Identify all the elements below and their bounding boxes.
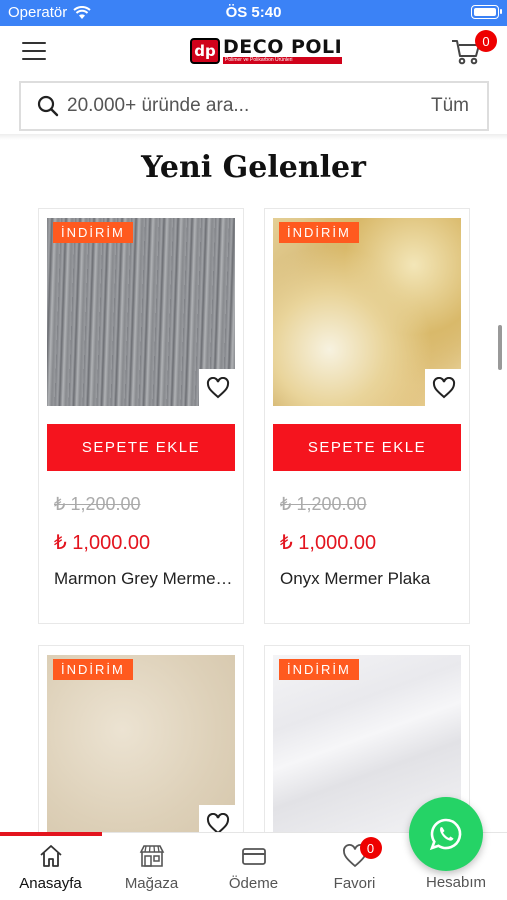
logo-mark: dp xyxy=(190,38,220,64)
home-icon xyxy=(39,845,62,867)
top-bar: dp DECO POLI Polimer ve Polikarbon Ürünl… xyxy=(0,26,507,78)
add-to-cart-button[interactable]: SEPETE EKLE xyxy=(47,424,235,471)
credit-card-icon xyxy=(241,848,266,865)
tab-label: Mağaza xyxy=(124,875,179,892)
scroll-indicator[interactable] xyxy=(498,325,502,370)
price: ₺ 1,000.00 xyxy=(280,532,377,554)
heart-icon xyxy=(206,377,230,399)
product-title[interactable]: Marmon Grey Mermer Plaka xyxy=(54,569,234,589)
tab-label: Favori xyxy=(333,875,376,892)
product-card[interactable]: İNDİRİM SEPETE EKLE ₺ 1,200.00 ₺ 1,000.0… xyxy=(38,208,244,624)
menu-icon[interactable] xyxy=(22,42,46,62)
battery-icon xyxy=(471,5,502,19)
favorite-button[interactable] xyxy=(425,369,463,407)
search-input[interactable]: 20.000+ üründe ara... xyxy=(67,95,431,117)
heart-icon xyxy=(432,377,456,399)
search-category-select[interactable]: Tüm xyxy=(431,95,469,117)
tab-home[interactable]: Anasayfa xyxy=(0,843,101,892)
whatsapp-icon xyxy=(429,818,462,851)
status-bar: Operatör ÖS 5:40 xyxy=(0,0,507,26)
tab-label: Ödeme xyxy=(228,875,279,892)
favorite-button[interactable] xyxy=(199,369,237,407)
sale-badge: İNDİRİM xyxy=(53,222,133,243)
clock: ÖS 5:40 xyxy=(225,4,282,21)
old-price: ₺ 1,200.00 xyxy=(280,494,367,514)
product-card[interactable]: İNDİRİM xyxy=(38,645,244,845)
tab-favorites[interactable]: 0 Favori xyxy=(304,837,405,892)
tab-store[interactable]: Mağaza xyxy=(101,843,202,892)
logo-name: DECO POLI xyxy=(223,36,343,58)
tab-account[interactable]: Hesabım xyxy=(416,874,496,891)
cart-button[interactable]: 0 xyxy=(451,30,497,68)
search-icon xyxy=(37,95,59,117)
product-title[interactable]: Onyx Mermer Plaka xyxy=(280,569,460,589)
search-bar[interactable]: 20.000+ üründe ara... Tüm xyxy=(19,81,489,131)
tab-checkout[interactable]: Ödeme xyxy=(203,843,304,892)
brand-logo[interactable]: dp DECO POLI Polimer ve Polikarbon Ürünl… xyxy=(190,36,343,64)
tab-label: Anasayfa xyxy=(19,875,82,892)
active-tab-indicator xyxy=(0,832,102,836)
section-title: Yeni Gelenler xyxy=(141,150,366,185)
sale-badge: İNDİRİM xyxy=(279,659,359,680)
product-card[interactable]: İNDİRİM SEPETE EKLE ₺ 1,200.00 ₺ 1,000.0… xyxy=(264,208,470,624)
price: ₺ 1,000.00 xyxy=(54,532,151,554)
store-icon xyxy=(139,845,164,867)
sale-badge: İNDİRİM xyxy=(279,222,359,243)
whatsapp-button[interactable] xyxy=(409,797,483,871)
header-divider xyxy=(0,134,507,140)
sale-badge: İNDİRİM xyxy=(53,659,133,680)
logo-tagline: Polimer ve Polikarbon Ürünleri xyxy=(223,57,343,64)
add-to-cart-button[interactable]: SEPETE EKLE xyxy=(273,424,461,471)
cart-count-badge: 0 xyxy=(475,30,497,52)
favorites-count-badge: 0 xyxy=(359,837,382,859)
old-price: ₺ 1,200.00 xyxy=(54,494,141,514)
